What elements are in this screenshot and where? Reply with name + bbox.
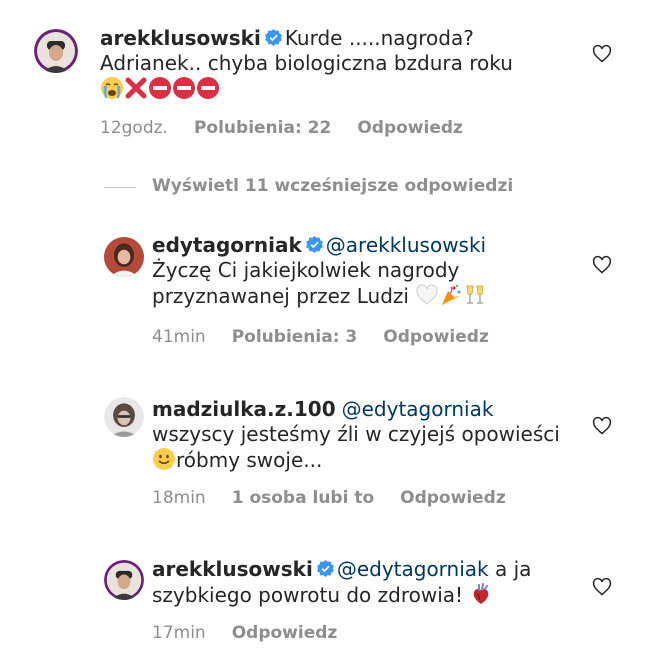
reply-button[interactable]: Odpowiedz — [383, 327, 489, 347]
heart-outline-icon[interactable] — [592, 255, 612, 275]
comment-body: arekklusowski @edytagorniak a ja szybkieg… — [152, 557, 582, 608]
username[interactable]: arekklusowski — [100, 26, 261, 50]
username[interactable]: arekklusowski — [152, 557, 313, 581]
crying-face-icon — [100, 76, 124, 100]
comment-meta: 41min Polubienia: 3 Odpowiedz — [152, 327, 515, 347]
timestamp: 12godz. — [100, 118, 168, 138]
verified-badge-icon — [316, 560, 334, 577]
mention-link[interactable]: @arekklusowski — [326, 233, 486, 257]
clinking-glasses-icon — [463, 283, 487, 307]
avatar[interactable] — [104, 237, 144, 277]
no-entry-icon — [196, 76, 220, 100]
cross-mark-icon — [124, 76, 148, 100]
timestamp: 18min — [152, 488, 206, 508]
mention-link[interactable]: @edytagorniak — [342, 397, 494, 421]
divider-line — [104, 187, 136, 188]
timestamp: 17min — [152, 623, 206, 643]
no-entry-icon — [148, 76, 172, 100]
heart-outline-icon[interactable] — [592, 416, 612, 436]
likes-count[interactable]: Polubienia: 22 — [194, 118, 331, 138]
timestamp: 41min — [152, 327, 206, 347]
comment-text: Życzę Ci jakiejkolwiek nagrody przyznawa… — [152, 258, 460, 308]
likes-count[interactable]: Polubienia: 3 — [232, 327, 358, 347]
username[interactable]: edytagorniak — [152, 233, 302, 257]
reply-button[interactable]: Odpowiedz — [357, 118, 463, 138]
no-entry-icon — [172, 76, 196, 100]
avatar[interactable] — [104, 560, 144, 600]
verified-badge-icon — [305, 236, 323, 253]
comment-meta: 18min 1 osoba lubi to Odpowiedz — [152, 488, 532, 508]
comment-meta: 12godz. Polubienia: 22 Odpowiedz — [100, 118, 489, 138]
mention-link[interactable]: @edytagorniak — [337, 557, 489, 581]
avatar[interactable] — [34, 29, 78, 73]
view-earlier-replies[interactable]: Wyświetl 11 wcześniejsze odpowiedzi — [104, 176, 624, 198]
heart-outline-icon[interactable] — [592, 44, 612, 64]
username[interactable]: madziulka.z.100 — [152, 397, 336, 421]
avatar[interactable] — [104, 397, 144, 437]
anatomical-heart-icon — [469, 582, 493, 606]
slightly-smiling-face-icon — [152, 447, 176, 471]
likes-count[interactable]: 1 osoba lubi to — [232, 488, 374, 508]
comment-text: wszyscy jesteśmy źli w czyjejś opowieści — [152, 422, 560, 446]
view-replies-label[interactable]: Wyświetl 11 wcześniejsze odpowiedzi — [152, 176, 513, 196]
comment-body: edytagorniak @arekklusowski Życzę Ci jaki… — [152, 233, 572, 309]
comment-body: arekklusowski Kurde .....nagroda? Adriane… — [100, 26, 570, 102]
comment-meta: 17min Odpowiedz — [152, 623, 363, 643]
party-popper-icon — [439, 283, 463, 307]
verified-badge-icon — [264, 29, 282, 46]
comment-body: madziulka.z.100 @edytagorniak wszyscy jes… — [152, 397, 572, 473]
reply-button[interactable]: Odpowiedz — [400, 488, 506, 508]
reply-button[interactable]: Odpowiedz — [232, 623, 338, 643]
heart-outline-icon[interactable] — [592, 577, 612, 597]
white-heart-icon — [415, 283, 439, 307]
comment-text-2: róbmy swoje... — [176, 448, 323, 472]
